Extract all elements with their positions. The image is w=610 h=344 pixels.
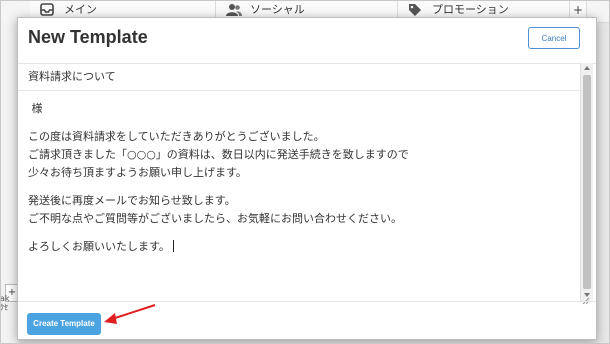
body-line: 少々お待ち頂ますようお願い申し上げます。: [28, 166, 247, 179]
body-line: この度は資料請求をしていただきありがとうございました。: [28, 130, 325, 143]
cancel-button[interactable]: Cancel: [528, 27, 580, 49]
modal-title: New Template: [28, 27, 148, 47]
body-line: 発送後に再度メールでお知らせ致します。: [28, 194, 236, 207]
body-line: ご請求頂きました「○○○」の資料は、数日以内に発送手続きを致しますので: [28, 148, 409, 161]
template-body-editor[interactable]: 様 この度は資料請求をしていただきありがとうございました。 ご請求頂きました「○…: [28, 100, 573, 256]
template-subject-field[interactable]: 資料請求について: [18, 63, 580, 91]
modal-header: New Template Cancel: [18, 18, 596, 64]
new-template-modal: New Template Cancel 資料請求について 様 この度は資料請求を…: [17, 17, 597, 340]
annotation-arrow-icon: [104, 304, 156, 324]
scroll-thumb[interactable]: [583, 75, 591, 289]
body-line: ご不明な点やご質問等がございましたら、お気軽にお問い合わせください。: [28, 212, 402, 225]
background-left-text: ak ｸｾ: [0, 294, 10, 312]
scroll-up-arrow-icon[interactable]: [584, 66, 590, 70]
text-cursor: [172, 240, 174, 252]
resize-grip-icon[interactable]: [580, 290, 590, 305]
body-greeting: 様: [31, 102, 43, 115]
body-scrollbar[interactable]: [580, 63, 593, 301]
create-template-button[interactable]: Create Template: [27, 313, 101, 335]
body-closing: よろしくお願いいたします。: [28, 238, 573, 256]
